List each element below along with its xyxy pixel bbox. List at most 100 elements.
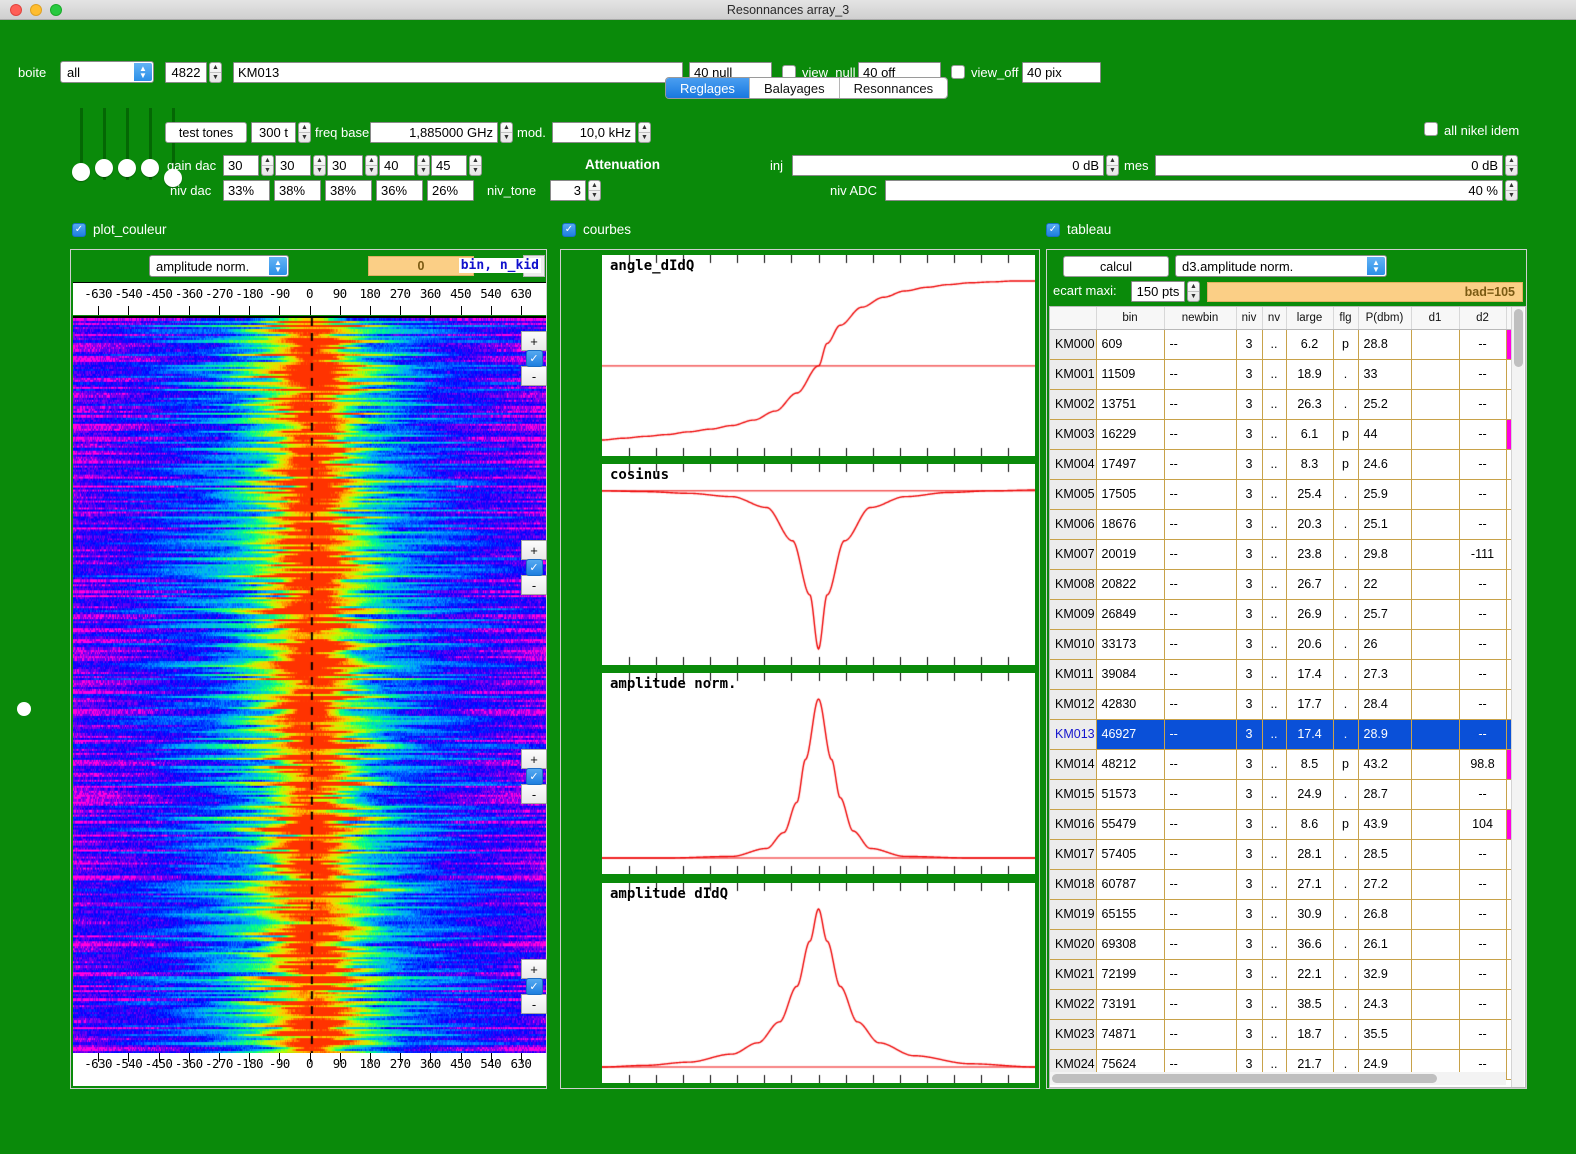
- nv-cell[interactable]: ..: [1262, 929, 1286, 959]
- row-id-cell[interactable]: KM021: [1050, 959, 1096, 989]
- pdbm-cell[interactable]: 29.8: [1358, 539, 1411, 569]
- bin-cell[interactable]: 20822: [1096, 569, 1164, 599]
- d1-cell[interactable]: [1411, 749, 1459, 779]
- niv-cell[interactable]: 3: [1236, 989, 1262, 1019]
- bin-cell[interactable]: 60787: [1096, 869, 1164, 899]
- pdbm-cell[interactable]: 25.7: [1358, 599, 1411, 629]
- flg-cell[interactable]: p: [1333, 419, 1358, 449]
- bin-cell[interactable]: 26849: [1096, 599, 1164, 629]
- bin-cell[interactable]: 48212: [1096, 749, 1164, 779]
- zoom-in-button[interactable]: +: [521, 331, 547, 351]
- flg-cell[interactable]: p: [1333, 749, 1358, 779]
- tones-stepper[interactable]: ▲▼: [298, 122, 311, 143]
- tableau-mode-select[interactable]: d3.amplitude norm. ▲▼: [1175, 255, 1387, 277]
- row-id-cell[interactable]: KM001: [1050, 359, 1096, 389]
- d2-cell[interactable]: --: [1459, 629, 1506, 659]
- row-id-cell[interactable]: KM002: [1050, 389, 1096, 419]
- table-column-header[interactable]: [1050, 307, 1096, 329]
- table-row[interactable]: KM01655479--3..8.6p43.91040: [1050, 809, 1520, 839]
- d2-cell[interactable]: --: [1459, 959, 1506, 989]
- niv-cell[interactable]: 3: [1236, 689, 1262, 719]
- nv-cell[interactable]: ..: [1262, 959, 1286, 989]
- flg-cell[interactable]: .: [1333, 929, 1358, 959]
- d2-cell[interactable]: --: [1459, 869, 1506, 899]
- gain-dac-stepper-3[interactable]: ▲▼: [365, 155, 378, 176]
- newbin-cell[interactable]: --: [1164, 359, 1236, 389]
- d1-cell[interactable]: [1411, 419, 1459, 449]
- niv-cell[interactable]: 3: [1236, 509, 1262, 539]
- niv-cell[interactable]: 3: [1236, 419, 1262, 449]
- resonance-table-container[interactable]: binnewbinnivnvlargeflgP(dbm)d1d2 KM00060…: [1049, 306, 1526, 1088]
- inj-stepper[interactable]: ▲▼: [1106, 155, 1119, 176]
- row-id-cell[interactable]: KM022: [1050, 989, 1096, 1019]
- niv-cell[interactable]: 3: [1236, 359, 1262, 389]
- bin-cell[interactable]: 69308: [1096, 929, 1164, 959]
- pdbm-cell[interactable]: 32.9: [1358, 959, 1411, 989]
- d2-cell[interactable]: -111: [1459, 539, 1506, 569]
- niv-cell[interactable]: 3: [1236, 449, 1262, 479]
- newbin-cell[interactable]: --: [1164, 899, 1236, 929]
- zoom-in-button[interactable]: +: [521, 749, 547, 769]
- checkbox-checked-icon[interactable]: ✓: [526, 350, 543, 367]
- niv-cell[interactable]: 3: [1236, 779, 1262, 809]
- d1-cell[interactable]: [1411, 959, 1459, 989]
- large-cell[interactable]: 22.1: [1286, 959, 1333, 989]
- index-stepper[interactable]: ▲▼: [209, 62, 222, 83]
- row-id-cell[interactable]: KM005: [1050, 479, 1096, 509]
- gain-dac-stepper-2[interactable]: ▲▼: [313, 155, 326, 176]
- d1-cell[interactable]: [1411, 659, 1459, 689]
- newbin-cell[interactable]: --: [1164, 809, 1236, 839]
- pdbm-cell[interactable]: 28.8: [1358, 329, 1411, 359]
- table-row[interactable]: KM01033173--3..20.6.26---: [1050, 629, 1520, 659]
- d2-cell[interactable]: --: [1459, 839, 1506, 869]
- niv-dac-field-2[interactable]: 38%: [274, 180, 321, 201]
- d2-cell[interactable]: --: [1459, 509, 1506, 539]
- bin-cell[interactable]: 13751: [1096, 389, 1164, 419]
- newbin-cell[interactable]: --: [1164, 1019, 1236, 1049]
- large-cell[interactable]: 28.1: [1286, 839, 1333, 869]
- table-row[interactable]: KM02172199--3..22.1.32.9--1: [1050, 959, 1520, 989]
- large-cell[interactable]: 17.4: [1286, 719, 1333, 749]
- niv-cell[interactable]: 3: [1236, 959, 1262, 989]
- table-row[interactable]: KM02374871--3..18.7.35.5--8: [1050, 1019, 1520, 1049]
- flg-cell[interactable]: .: [1333, 839, 1358, 869]
- gain-dac-field-3[interactable]: 30: [327, 155, 363, 176]
- nv-cell[interactable]: ..: [1262, 479, 1286, 509]
- bin-cell[interactable]: 74871: [1096, 1019, 1164, 1049]
- view-off-checkbox[interactable]: [951, 65, 965, 79]
- flg-cell[interactable]: .: [1333, 959, 1358, 989]
- niv-dac-field-4[interactable]: 36%: [376, 180, 423, 201]
- bin-cell[interactable]: 20019: [1096, 539, 1164, 569]
- table-row[interactable]: KM00316229--3..6.1p44--0: [1050, 419, 1520, 449]
- niv-cell[interactable]: 3: [1236, 599, 1262, 629]
- gain-dac-field-1[interactable]: 30: [223, 155, 259, 176]
- large-cell[interactable]: 20.3: [1286, 509, 1333, 539]
- nv-cell[interactable]: ..: [1262, 659, 1286, 689]
- nv-cell[interactable]: ..: [1262, 419, 1286, 449]
- nv-cell[interactable]: ..: [1262, 899, 1286, 929]
- pdbm-cell[interactable]: 25.2: [1358, 389, 1411, 419]
- d2-cell[interactable]: --: [1459, 899, 1506, 929]
- niv-cell[interactable]: 3: [1236, 629, 1262, 659]
- bin-cell[interactable]: 46927: [1096, 719, 1164, 749]
- newbin-cell[interactable]: --: [1164, 689, 1236, 719]
- row-id-cell[interactable]: KM000: [1050, 329, 1096, 359]
- table-row[interactable]: KM00111509--3..18.9.33---: [1050, 359, 1520, 389]
- row-id-cell[interactable]: KM006: [1050, 509, 1096, 539]
- large-cell[interactable]: 8.6: [1286, 809, 1333, 839]
- large-cell[interactable]: 6.2: [1286, 329, 1333, 359]
- flg-cell[interactable]: .: [1333, 719, 1358, 749]
- flg-cell[interactable]: .: [1333, 629, 1358, 659]
- curve-panel-amplitude-norm[interactable]: amplitude norm.: [600, 671, 1037, 876]
- d1-cell[interactable]: [1411, 449, 1459, 479]
- gain-dac-field-2[interactable]: 30: [275, 155, 311, 176]
- d2-cell[interactable]: --: [1459, 779, 1506, 809]
- niv-dac-field-5[interactable]: 26%: [427, 180, 474, 201]
- table-horizontal-scrollbar[interactable]: [1050, 1072, 1506, 1085]
- niv-cell[interactable]: 3: [1236, 809, 1262, 839]
- niv-cell[interactable]: 3: [1236, 1019, 1262, 1049]
- zoom-out-button[interactable]: -: [521, 575, 547, 595]
- flg-cell[interactable]: p: [1333, 809, 1358, 839]
- pix-field[interactable]: 40 pix: [1022, 62, 1101, 83]
- nv-cell[interactable]: ..: [1262, 839, 1286, 869]
